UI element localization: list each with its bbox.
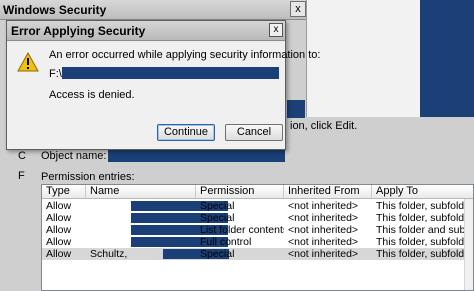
column-header-name[interactable]: Name <box>86 185 196 199</box>
cell-apply-to: This folder, subfolders a... <box>376 212 474 224</box>
cell-permission: Special <box>200 200 235 212</box>
cell-type: Allow <box>46 224 72 236</box>
cell-permission: Full control <box>200 236 252 248</box>
cancel-button[interactable]: Cancel <box>225 124 283 141</box>
error-dialog: Error Applying Security x An error occur… <box>6 20 320 150</box>
cell-type: Allow <box>46 212 72 224</box>
dialog-close-button[interactable]: x <box>269 23 283 37</box>
dialog-titlebar[interactable]: Error Applying Security x <box>7 21 285 41</box>
table-row[interactable]: Allow Full control <not inherited> This … <box>42 236 474 248</box>
table-row[interactable]: Allow Special <not inherited> This folde… <box>42 212 474 224</box>
continue-button[interactable]: Continue <box>157 124 215 141</box>
redacted-path <box>62 67 279 79</box>
dialog-title: Error Applying Security <box>11 24 146 38</box>
cell-inherited-from: <not inherited> <box>288 212 359 224</box>
stub-label: C <box>18 150 26 162</box>
redacted-block <box>287 100 305 118</box>
cell-inherited-from: <not inherited> <box>288 224 359 236</box>
cell-permission: Special <box>200 212 235 224</box>
access-denied-text: Access is denied. <box>49 89 135 101</box>
stub-label: F <box>18 170 25 182</box>
permission-entries-table[interactable]: Type Name Permission Inherited From Appl… <box>41 184 474 291</box>
cell-type: Allow <box>46 200 72 212</box>
cell-type: Allow <box>46 236 72 248</box>
cell-apply-to: This folder, subfolders a... <box>376 236 474 248</box>
cell-permission: Special <box>200 248 235 260</box>
table-header: Type Name Permission Inherited From Appl… <box>42 185 473 199</box>
column-header-inherited-from[interactable]: Inherited From <box>284 185 372 199</box>
column-header-permission[interactable]: Permission <box>196 185 284 199</box>
warning-icon <box>17 52 39 72</box>
cell-apply-to: This folder, subfolders a... <box>376 248 474 260</box>
cell-inherited-from: <not inherited> <box>288 236 359 248</box>
cell-inherited-from: <not inherited> <box>288 200 359 212</box>
table-row[interactable]: Allow List folder contents <not inherite… <box>42 224 474 236</box>
error-message: An error occurred while applying securit… <box>49 49 321 61</box>
error-path: F:\ <box>49 68 62 80</box>
column-header-apply-to[interactable]: Apply To <box>372 185 473 199</box>
object-name-label: Object name: <box>41 150 107 162</box>
background-window-titlebar: Windows Security x <box>0 0 306 20</box>
cell-inherited-from: <not inherited> <box>288 248 359 260</box>
cell-permission: List folder contents <box>200 224 284 236</box>
table-row[interactable]: Allow Special <not inherited> This folde… <box>42 200 474 212</box>
column-header-type[interactable]: Type <box>42 185 86 199</box>
table-row-selected[interactable]: Allow Schultz, Special <not inherited> T… <box>42 248 474 260</box>
cell-apply-to: This folder, subfolders a... <box>376 200 474 212</box>
cell-type: Allow <box>46 248 72 260</box>
cell-apply-to: This folder and subfolders <box>376 224 474 236</box>
background-window-title: Windows Security <box>3 3 107 17</box>
edit-hint-text: ion, click Edit. <box>290 120 358 132</box>
redacted-block <box>420 0 474 117</box>
vertical-scrollbar[interactable] <box>464 199 473 290</box>
background-close-button[interactable]: x <box>290 1 306 17</box>
permission-entries-label: Permission entries: <box>41 171 135 183</box>
